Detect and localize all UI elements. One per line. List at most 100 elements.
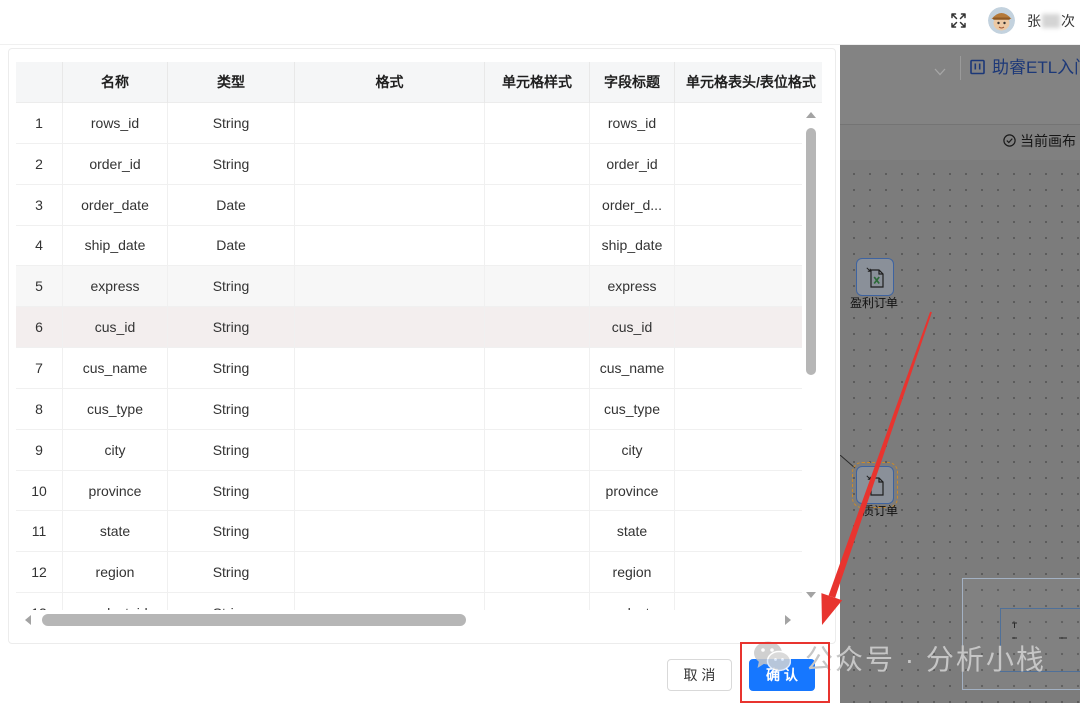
scroll-down-arrow-icon[interactable]	[806, 592, 816, 598]
cell-style[interactable]	[485, 593, 590, 610]
cell-format[interactable]	[295, 388, 485, 429]
cell-format[interactable]	[295, 429, 485, 470]
cell-name: express	[63, 266, 168, 307]
row-index: 12	[16, 552, 63, 593]
etl-canvas[interactable]: 盈利订单 质订单	[840, 160, 1080, 703]
cell-style[interactable]	[485, 307, 590, 348]
cell-format[interactable]	[295, 103, 485, 143]
cell-header-format[interactable]	[675, 103, 822, 143]
vertical-scroll-thumb[interactable]	[806, 128, 816, 375]
cell-style[interactable]	[485, 470, 590, 511]
row-index: 8	[16, 388, 63, 429]
cell-field-title[interactable]: cus_type	[590, 388, 675, 429]
cancel-button[interactable]: 取 消	[667, 659, 732, 691]
header-field-title: 字段标题	[590, 62, 675, 103]
cell-style[interactable]	[485, 225, 590, 266]
cell-format[interactable]	[295, 307, 485, 348]
cell-style[interactable]	[485, 511, 590, 552]
canvas-node[interactable]	[856, 258, 894, 296]
table-row[interactable]: 12 region String region	[16, 552, 822, 594]
horizontal-scroll-thumb[interactable]	[42, 614, 466, 626]
user-name[interactable]: 张次	[1027, 12, 1075, 30]
cell-header-format[interactable]	[675, 348, 822, 388]
avatar[interactable]	[988, 7, 1015, 34]
cell-field-title[interactable]: region	[590, 552, 675, 593]
cell-field-title[interactable]: city	[590, 429, 675, 470]
table-row[interactable]: 1 rows_id String rows_id	[16, 103, 822, 144]
table-row[interactable]: 10 province String province	[16, 470, 822, 512]
cell-field-title[interactable]: province	[590, 470, 675, 511]
cell-format[interactable]	[295, 184, 485, 225]
app-window: 张次 名称 类型 格式 单元格样式 字段标题 单元格表头/表位格式 1 rows_…	[0, 0, 1080, 703]
cell-style[interactable]	[485, 388, 590, 429]
table-row[interactable]: 6 cus_id String cus_id	[16, 307, 822, 349]
cell-type: String	[168, 103, 295, 143]
cell-format[interactable]	[295, 348, 485, 388]
cell-style[interactable]	[485, 184, 590, 225]
table-row[interactable]: 8 cus_type String cus_type	[16, 388, 822, 430]
table-row[interactable]: 3 order_date Date order_d...	[16, 184, 822, 226]
fullscreen-icon[interactable]	[950, 12, 967, 29]
canvas-node[interactable]	[852, 462, 898, 508]
cell-header-format[interactable]	[675, 389, 822, 429]
cell-format[interactable]	[295, 143, 485, 184]
cell-header-format[interactable]	[675, 185, 822, 225]
cell-name: state	[63, 511, 168, 552]
header-format: 格式	[295, 62, 485, 103]
cell-format[interactable]	[295, 593, 485, 610]
cell-header-format[interactable]	[675, 430, 822, 470]
table-row[interactable]: 5 express String express	[16, 266, 822, 308]
cell-style[interactable]	[485, 143, 590, 184]
cell-style[interactable]	[485, 429, 590, 470]
cell-name: province	[63, 470, 168, 511]
cell-format[interactable]	[295, 266, 485, 307]
cell-field-title[interactable]: ship_date	[590, 225, 675, 266]
cell-header-format[interactable]	[675, 226, 822, 266]
cell-header-format[interactable]	[675, 266, 822, 306]
cell-field-title[interactable]: state	[590, 511, 675, 552]
table-row[interactable]: 4 ship_date Date ship_date	[16, 225, 822, 267]
cell-format[interactable]	[295, 511, 485, 552]
cell-header-format[interactable]	[675, 511, 822, 551]
cell-format[interactable]	[295, 470, 485, 511]
cell-field-title[interactable]: order_d...	[590, 184, 675, 225]
table-row[interactable]: 13product_idString product...	[16, 593, 822, 610]
cell-header-format[interactable]	[675, 593, 822, 610]
cell-header-format[interactable]	[675, 307, 822, 347]
cell-header-format[interactable]	[675, 471, 822, 511]
header-type: 类型	[168, 62, 295, 103]
cell-field-title[interactable]: cus_id	[590, 307, 675, 348]
vertical-scrollbar[interactable]	[802, 103, 822, 610]
cell-format[interactable]	[295, 552, 485, 593]
cell-field-title[interactable]: product...	[590, 593, 675, 610]
table-row[interactable]: 2 order_id String order_id	[16, 143, 822, 185]
horizontal-scrollbar[interactable]	[16, 612, 802, 628]
cell-field-title[interactable]: cus_name	[590, 348, 675, 388]
scroll-up-arrow-icon[interactable]	[806, 112, 816, 118]
cell-field-title[interactable]: rows_id	[590, 103, 675, 143]
cell-field-title[interactable]: order_id	[590, 143, 675, 184]
cell-style[interactable]	[485, 103, 590, 143]
scroll-left-arrow-icon[interactable]	[25, 615, 31, 625]
cell-style[interactable]	[485, 348, 590, 388]
project-title[interactable]: 助睿ETL入门	[992, 56, 1080, 80]
row-index: 9	[16, 429, 63, 470]
node-label: 质订单	[862, 504, 899, 518]
cell-field-title[interactable]: express	[590, 266, 675, 307]
cell-header-format[interactable]	[675, 552, 822, 592]
cell-format[interactable]	[295, 225, 485, 266]
current-canvas-label[interactable]: 当前画布	[1020, 132, 1076, 150]
table-row[interactable]: 7 cus_name String cus_name	[16, 348, 822, 389]
scroll-right-arrow-icon[interactable]	[785, 615, 791, 625]
chevron-down-icon[interactable]	[934, 63, 946, 76]
check-circle-icon[interactable]	[1003, 134, 1016, 147]
redaction-blur	[1042, 14, 1060, 28]
cell-name: rows_id	[63, 103, 168, 143]
table-row[interactable]: 11 state String state	[16, 511, 822, 553]
cell-style[interactable]	[485, 266, 590, 307]
table-row[interactable]: 9 city String city	[16, 429, 822, 471]
row-index: 10	[16, 470, 63, 511]
row-index: 6	[16, 307, 63, 348]
cell-style[interactable]	[485, 552, 590, 593]
cell-header-format[interactable]	[675, 144, 822, 184]
